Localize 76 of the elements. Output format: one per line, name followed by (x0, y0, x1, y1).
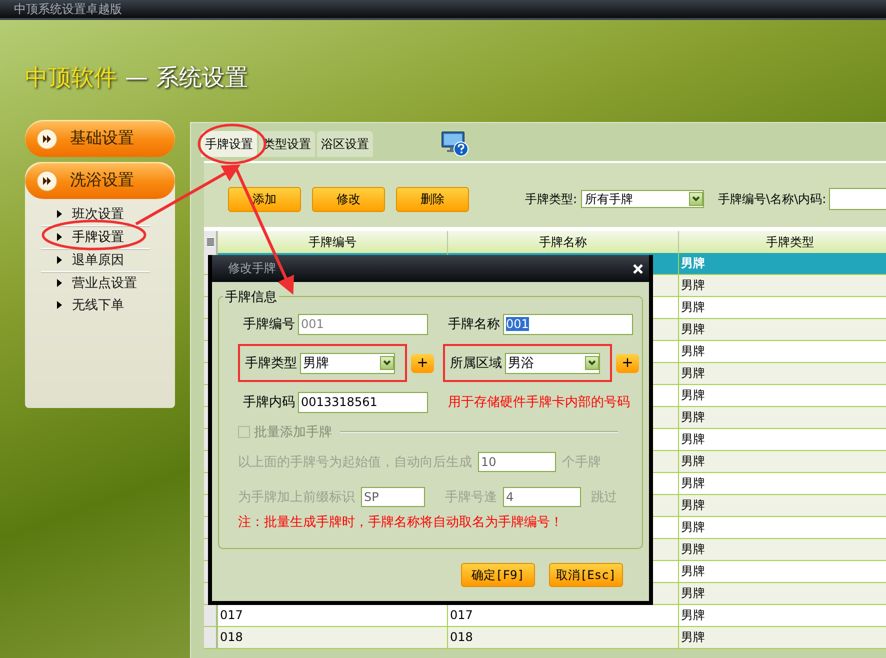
table-cell: 男牌 (681, 608, 705, 622)
add-button[interactable]: + (411, 354, 434, 372)
field-label: 手牌编号 (243, 316, 295, 333)
search-label: 手牌编号\名称\内码: (718, 190, 826, 208)
filter-label: 手牌类型: (525, 190, 578, 208)
select-field[interactable]: 男牌 (300, 352, 395, 374)
sidebar-item[interactable]: 退单原因 (41, 249, 150, 272)
dialog-button[interactable]: 取消[Esc] (549, 563, 623, 587)
triangle-icon (57, 279, 62, 287)
field-label: 手牌名称 (448, 316, 500, 333)
fast-forward-icon (36, 170, 58, 192)
table-cell: 男牌 (681, 630, 705, 644)
field-label: 所属区域 (450, 355, 502, 372)
monitor-help-icon[interactable] (441, 131, 469, 157)
table-cell: 男牌 (681, 278, 705, 292)
batch-label: 跳过 (591, 489, 617, 506)
table-cell: 017 (220, 608, 243, 622)
table-cell: 男牌 (681, 410, 705, 424)
sidebar-item[interactable]: 营业点设置 (41, 272, 150, 294)
table-cell: 男牌 (681, 300, 705, 314)
table-cell: 男牌 (681, 586, 705, 600)
table-cell: 男牌 (681, 476, 705, 490)
toolbar-button[interactable]: 修改 (312, 186, 385, 212)
warning-text: 注：批量生成手牌时，手牌名称将自动取名为手牌编号！ (238, 514, 564, 531)
tab[interactable]: 手牌设置 (201, 131, 257, 157)
table-cell: 017 (450, 608, 473, 622)
checkbox-label: 批量添加手牌 (254, 424, 332, 441)
table-row[interactable]: 018 018 男牌 (204, 627, 886, 649)
add-button[interactable]: + (616, 354, 639, 372)
table-cell: 男牌 (681, 388, 705, 402)
triangle-icon (57, 233, 62, 241)
page-title: 系统设置 (156, 65, 248, 91)
sidebar-item[interactable]: 无线下单 (41, 294, 150, 316)
group-title: 手牌信息 (223, 288, 279, 306)
table-cell: 男牌 (681, 432, 705, 446)
dialog-title: 修改手牌 (228, 260, 276, 277)
text-field[interactable]: 001 (503, 314, 633, 334)
select-field[interactable]: 男浴 (505, 352, 600, 374)
field-label: 手牌内码 (243, 394, 295, 411)
text-field[interactable]: 0013318561 (298, 392, 428, 412)
table-cell: 男牌 (681, 542, 705, 556)
type-select[interactable]: 所有手牌 (581, 190, 704, 208)
window-title: 中顶系统设置卓越版 (0, 0, 886, 20)
table-cell: 男牌 (681, 498, 705, 512)
triangle-icon (57, 256, 62, 264)
table-cell: 男牌 (681, 322, 705, 336)
tab[interactable]: 浴区设置 (317, 131, 373, 157)
search-field[interactable] (829, 188, 886, 210)
toolbar-button[interactable]: 删除 (396, 186, 469, 212)
batch-label: 手牌号逢 (445, 489, 497, 506)
dialog-button[interactable]: 确定[F9] (461, 563, 535, 587)
sidebar-group-button[interactable]: 洗浴设置 (25, 162, 175, 199)
brand-name: 中顶软件 (25, 65, 117, 91)
fast-forward-icon (36, 128, 58, 150)
batch-label: 个手牌 (562, 454, 601, 471)
batch-label: 为手牌加上前缀标识 (238, 489, 355, 506)
triangle-icon (57, 301, 62, 309)
table-cell: 男牌 (681, 520, 705, 534)
close-icon[interactable] (633, 264, 643, 274)
sidebar-item[interactable]: 班次设置 (41, 203, 150, 226)
sidebar-item[interactable]: 手牌设置 (41, 226, 150, 249)
table-cell: 018 (450, 630, 473, 644)
toolbar-button[interactable]: 添加 (228, 186, 301, 212)
sidebar-group-button[interactable]: 基础设置 (25, 120, 175, 157)
field-label: 手牌类型 (245, 355, 297, 372)
title-separator: — (125, 65, 148, 91)
table-cell: 男牌 (681, 256, 705, 270)
hint-text: 用于存储硬件手牌卡内部的号码 (448, 394, 630, 411)
table-cell: 男牌 (681, 564, 705, 578)
table-cell: 男牌 (681, 344, 705, 358)
row-marker-icon (206, 238, 214, 246)
triangle-icon (57, 210, 62, 218)
table-cell: 男牌 (681, 366, 705, 380)
batch-label: 以上面的手牌号为起始值，自动向后生成 (238, 454, 472, 471)
table-cell: 男牌 (681, 454, 705, 468)
table-cell: 018 (220, 630, 243, 644)
